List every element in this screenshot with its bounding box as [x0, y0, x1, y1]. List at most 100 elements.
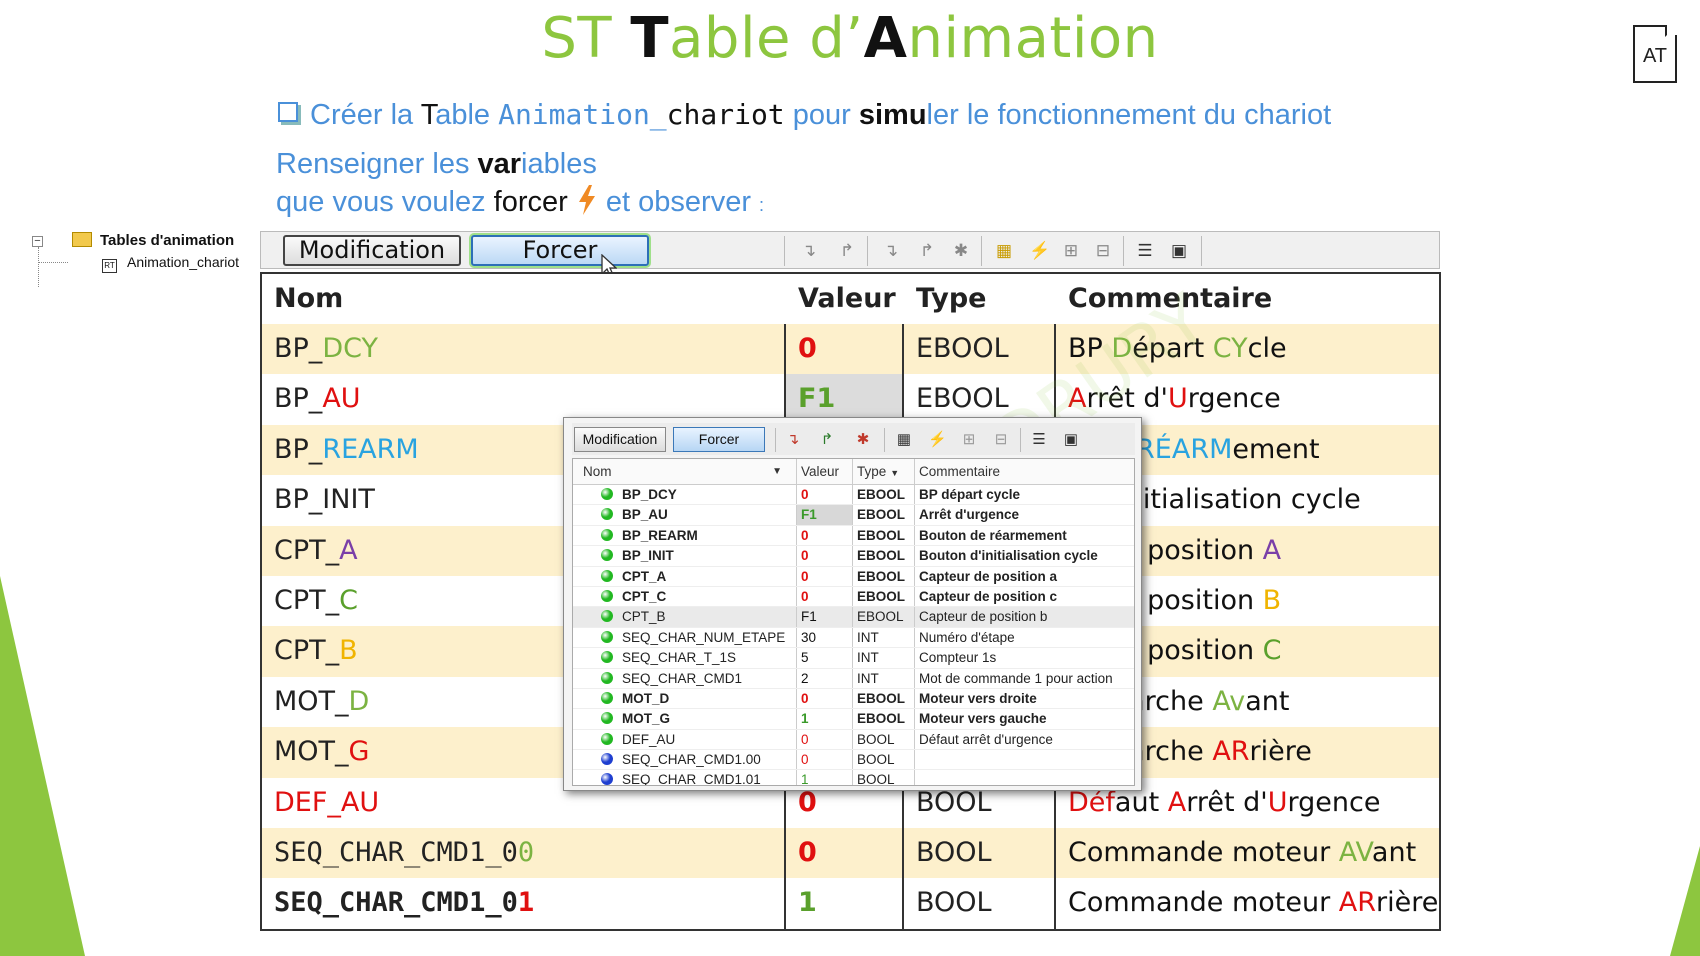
popup-table-row[interactable]: SEQ_CHAR_CMD1 2 INT Mot de commande 1 pour …: [573, 668, 1134, 689]
header-type[interactable]: Type: [904, 274, 1056, 324]
popup-grid-icon[interactable]: ▦: [895, 431, 913, 449]
tree-item-tables-animation[interactable]: Tables d'animation: [72, 232, 234, 249]
modification-button[interactable]: Modification: [283, 235, 461, 266]
popup-cell-commentaire[interactable]: Capteur de position b: [915, 607, 1134, 626]
popup-header-nom[interactable]: Nom ▼: [573, 459, 797, 484]
popup-cell-nom[interactable]: SEQ_CHAR_CMD1.01: [573, 770, 797, 785]
popup-lightning-icon[interactable]: ⚡: [928, 431, 947, 449]
popup-cell-valeur[interactable]: 5: [797, 648, 853, 668]
popup-header-valeur[interactable]: Valeur: [797, 459, 853, 484]
cell-valeur[interactable]: 0: [786, 324, 904, 375]
popup-table-row[interactable]: BP_DCY 0 EBOOL BP départ cycle: [573, 485, 1134, 506]
popup-cell-commentaire[interactable]: Bouton de réarmement: [915, 526, 1134, 545]
popup-cell-valeur[interactable]: 0: [797, 525, 853, 546]
popup-cell-nom[interactable]: BP_DCY: [573, 485, 797, 505]
popup-table-row[interactable]: SEQ_CHAR_CMD1.01 1 BOOL: [573, 770, 1134, 785]
unforce-icon[interactable]: ✱: [951, 241, 971, 261]
popup-cell-nom[interactable]: SEQ_CHAR_T_1S: [573, 648, 797, 668]
popup-table-row[interactable]: MOT_D 0 EBOOL Moteur vers droite: [573, 688, 1134, 710]
popup-cell-valeur[interactable]: 0: [797, 485, 853, 505]
popup-cell-valeur[interactable]: 2: [797, 668, 853, 688]
popup-cell-nom[interactable]: BP_INIT: [573, 546, 797, 566]
popup-cell-nom[interactable]: CPT_B: [573, 607, 797, 627]
animation-table-rt-icon[interactable]: ▣: [1169, 241, 1189, 261]
popup-cell-commentaire[interactable]: Moteur vers gauche: [915, 709, 1134, 728]
popup-table-row[interactable]: BP_INIT 0 EBOOL Bouton d'initialisation cyc…: [573, 546, 1134, 567]
popup-table-row[interactable]: CPT_B F1 EBOOL Capteur de position b: [573, 607, 1134, 628]
header-valeur[interactable]: Valeur: [786, 274, 904, 324]
popup-cell-valeur[interactable]: F1: [797, 607, 853, 627]
tree-item-animation-chariot[interactable]: RT Animation_chariot: [102, 254, 239, 273]
popup-cell-valeur[interactable]: 0: [797, 729, 853, 750]
table-grid-icon[interactable]: ▦: [994, 241, 1014, 261]
popup-cell-valeur[interactable]: 1: [797, 709, 853, 729]
popup-table-row[interactable]: DEF_AU 0 BOOL Défaut arrêt d'urgence: [573, 729, 1134, 751]
cell-valeur[interactable]: 1: [786, 878, 904, 929]
popup-cell-commentaire[interactable]: BP départ cycle: [915, 485, 1134, 504]
popup-table-row[interactable]: BP_REARM 0 EBOOL Bouton de réarmement: [573, 525, 1134, 547]
falling-edge-icon[interactable]: ↴: [881, 241, 901, 261]
popup-cell-nom[interactable]: MOT_G: [573, 709, 797, 729]
popup-cell-commentaire[interactable]: Arrêt d'urgence: [915, 505, 1134, 524]
collapse-toggle[interactable]: −: [32, 236, 43, 247]
popup-unforce-icon[interactable]: ✱: [854, 431, 872, 449]
popup-cell-nom[interactable]: MOT_D: [573, 688, 797, 709]
popup-cell-valeur[interactable]: 1: [797, 770, 853, 785]
header-commentaire[interactable]: Commentaire: [1056, 274, 1441, 324]
popup-cell-valeur[interactable]: 0: [797, 750, 853, 770]
popup-cell-valeur[interactable]: 30: [797, 627, 853, 648]
cell-commentaire[interactable]: Commande moteur ARrière: [1056, 878, 1441, 928]
header-nom[interactable]: Nom: [262, 274, 786, 324]
popup-header-type[interactable]: Type ▼: [853, 459, 915, 484]
popup-cell-nom[interactable]: BP_AU: [573, 505, 797, 525]
popup-rt-icon[interactable]: ▣: [1062, 431, 1080, 449]
forcer-button[interactable]: Forcer: [471, 235, 649, 266]
table-row[interactable]: BP_DCY 0 EBOOL BP Départ CYcle: [262, 324, 1439, 375]
popup-cell-nom[interactable]: SEQ_CHAR_CMD1.00: [573, 750, 797, 770]
cell-commentaire[interactable]: Commande moteur AVant: [1056, 828, 1441, 878]
popup-table-row[interactable]: SEQ_CHAR_NUM_ETAPE 30 INT Numéro d'étape: [573, 627, 1134, 649]
popup-cell-valeur[interactable]: 0: [797, 586, 853, 607]
popup-cell-valeur[interactable]: 0: [797, 566, 853, 586]
popup-cell-commentaire[interactable]: [915, 770, 1134, 785]
popup-force-one-icon[interactable]: ↱: [818, 431, 836, 449]
popup-properties-icon[interactable]: ☰: [1030, 431, 1048, 449]
popup-cell-commentaire[interactable]: Moteur vers droite: [915, 689, 1134, 708]
cell-nom[interactable]: SEQ_CHAR_CMD1_01: [262, 878, 786, 929]
popup-cell-commentaire[interactable]: Capteur de position c: [915, 587, 1134, 606]
popup-cell-commentaire[interactable]: [915, 750, 1134, 769]
popup-modification-button[interactable]: Modification: [574, 427, 666, 452]
popup-cell-nom[interactable]: BP_REARM: [573, 525, 797, 546]
cell-valeur[interactable]: 0: [786, 827, 904, 879]
properties-icon[interactable]: ☰: [1135, 241, 1155, 261]
popup-cell-commentaire[interactable]: Bouton d'initialisation cycle: [915, 546, 1134, 565]
force-to-zero-icon[interactable]: ↴: [799, 241, 819, 261]
cell-nom[interactable]: BP_DCY: [262, 324, 786, 375]
popup-table-row[interactable]: SEQ_CHAR_T_1S 5 INT Compteur 1s: [573, 648, 1134, 669]
popup-table-row[interactable]: MOT_G 1 EBOOL Moteur vers gauche: [573, 709, 1134, 730]
popup-cell-valeur[interactable]: 0: [797, 688, 853, 709]
table-row[interactable]: SEQ_CHAR_CMD1_00 0 BOOL Commande moteur AVa…: [262, 827, 1441, 879]
popup-cell-commentaire[interactable]: Défaut arrêt d'urgence: [915, 730, 1134, 749]
chevron-down-icon[interactable]: ▼: [886, 468, 899, 478]
popup-table-row[interactable]: CPT_C 0 EBOOL Capteur de position c: [573, 586, 1134, 608]
popup-cell-nom[interactable]: DEF_AU: [573, 729, 797, 750]
popup-cell-commentaire[interactable]: Capteur de position a: [915, 567, 1134, 586]
force-values-icon[interactable]: ⊟: [1093, 241, 1113, 261]
popup-table-row[interactable]: SEQ_CHAR_CMD1.00 0 BOOL: [573, 750, 1134, 771]
popup-force-zero-icon[interactable]: ↴: [784, 431, 802, 449]
popup-cell-nom[interactable]: SEQ_CHAR_CMD1: [573, 668, 797, 688]
rising-edge-icon[interactable]: ↱: [917, 241, 937, 261]
popup-cell-nom[interactable]: SEQ_CHAR_NUM_ETAPE: [573, 627, 797, 648]
popup-cell-commentaire[interactable]: Mot de commande 1 pour action: [915, 669, 1134, 688]
popup-header-commentaire[interactable]: Commentaire: [915, 459, 1134, 484]
modify-values-icon[interactable]: ⊞: [1061, 241, 1081, 261]
popup-force-values-icon[interactable]: ⊟: [992, 431, 1010, 449]
cell-nom[interactable]: SEQ_CHAR_CMD1_00: [262, 827, 786, 879]
popup-cell-nom[interactable]: CPT_C: [573, 586, 797, 607]
popup-cell-nom[interactable]: CPT_A: [573, 566, 797, 586]
popup-cell-commentaire[interactable]: Numéro d'étape: [915, 628, 1134, 647]
popup-forcer-button[interactable]: Forcer: [673, 427, 765, 452]
lightning-force-icon[interactable]: ⚡: [1029, 241, 1050, 261]
chevron-down-icon[interactable]: ▼: [772, 459, 782, 484]
